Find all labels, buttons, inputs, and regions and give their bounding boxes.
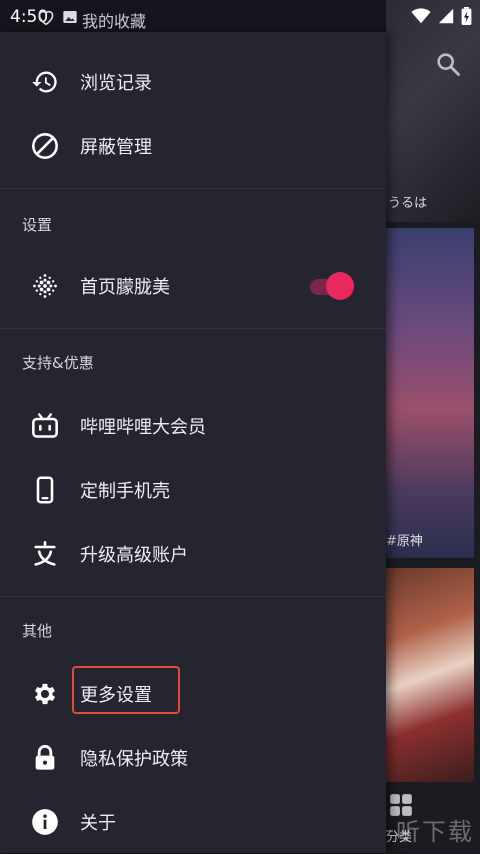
phone-case-label: 定制手机壳: [80, 481, 170, 502]
blur-home-label: 首页朦胧美: [80, 277, 170, 298]
lock-icon: [30, 743, 60, 773]
bilibili-tv-icon: [30, 411, 60, 441]
search-icon[interactable]: [434, 50, 462, 78]
notification-icons: [36, 8, 78, 26]
history-label: 浏览记录: [80, 73, 152, 94]
phone-case-item[interactable]: 定制手机壳: [0, 458, 386, 522]
highlight-box: [72, 666, 180, 714]
other-section-title: 其他: [22, 622, 53, 640]
blur-home-item[interactable]: 首页朦胧美: [0, 254, 386, 318]
history-icon: [30, 67, 60, 97]
bg-artwork-bottom: [386, 568, 474, 782]
divider: [0, 328, 386, 329]
upgrade-icon: [30, 539, 60, 569]
favorites-title[interactable]: 我的收藏: [82, 8, 146, 32]
background-content: うるは #原神 分类: [386, 0, 480, 853]
history-item[interactable]: 浏览记录: [0, 50, 386, 114]
divider: [0, 188, 386, 189]
bilibili-vip-item[interactable]: 哔哩哔哩大会员: [0, 394, 386, 458]
bg-caption: うるは: [388, 196, 428, 211]
settings-section-title: 设置: [22, 216, 53, 234]
upgrade-account-item[interactable]: 升级高级账户: [0, 522, 386, 586]
phone-icon: [30, 475, 60, 505]
wifi-icon: [411, 8, 431, 24]
bilibili-vip-label: 哔哩哔哩大会员: [80, 417, 206, 438]
gear-icon: [30, 679, 60, 709]
block-label: 屏蔽管理: [80, 137, 152, 158]
privacy-policy-item[interactable]: 隐私保护政策: [0, 726, 386, 790]
image-icon: [63, 11, 77, 23]
status-bar: 4:50 我的收藏: [0, 0, 480, 32]
toggle-thumb: [326, 272, 354, 300]
about-item[interactable]: 关于: [0, 790, 386, 854]
divider: [0, 596, 386, 597]
system-icons: [411, 7, 472, 25]
block-item[interactable]: 屏蔽管理: [0, 114, 386, 178]
navigation-drawer: 浏览记录 屏蔽管理 设置 首页朦胧美 支持&优惠 哔哩哔哩大会员 定制手机壳 升…: [0, 32, 386, 853]
privacy-policy-label: 隐私保护政策: [80, 749, 188, 770]
about-label: 关于: [80, 813, 116, 834]
upgrade-account-label: 升级高级账户: [80, 545, 188, 566]
support-section-title: 支持&优惠: [22, 354, 94, 372]
heart-icon: [38, 10, 54, 26]
blur-home-toggle[interactable]: [310, 272, 354, 300]
bg-tag: #原神: [386, 534, 423, 549]
battery-icon: [461, 7, 472, 25]
blur-icon: [30, 271, 60, 301]
bg-artwork-middle: [386, 228, 474, 558]
signal-icon: [438, 8, 454, 24]
info-icon: [30, 807, 60, 837]
more-settings-item[interactable]: 更多设置: [0, 662, 386, 726]
bg-artwork-top: [386, 0, 480, 222]
block-icon: [30, 131, 60, 161]
